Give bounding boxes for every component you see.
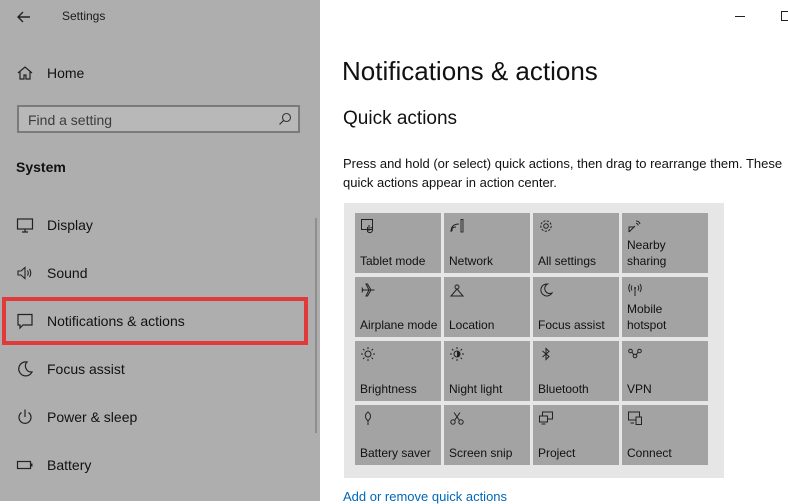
- tile-label: Brightness: [360, 381, 417, 397]
- description-text: Press and hold (or select) quick actions…: [343, 154, 783, 192]
- project-icon: [538, 410, 554, 426]
- hotspot-icon: [627, 282, 643, 298]
- tile-connect[interactable]: Connect: [622, 405, 708, 465]
- selection-highlight: [2, 297, 308, 345]
- tile-label: Battery saver: [360, 445, 431, 461]
- sidebar-item-sound[interactable]: Sound: [0, 253, 320, 293]
- tile-location[interactable]: Location: [444, 277, 530, 337]
- sidebar-item-focus-assist[interactable]: Focus assist: [0, 349, 320, 389]
- home-icon: [16, 64, 34, 82]
- tile-vpn[interactable]: VPN: [622, 341, 708, 401]
- tile-screen-snip[interactable]: Screen snip: [444, 405, 530, 465]
- tile-tablet-mode[interactable]: Tablet mode: [355, 213, 441, 273]
- tile-label: Airplane mode: [360, 317, 437, 333]
- tile-network[interactable]: Network: [444, 213, 530, 273]
- sidebar-item-display[interactable]: Display: [0, 205, 320, 245]
- tile-label: Connect: [627, 445, 672, 461]
- speaker-icon: [16, 264, 34, 282]
- sidebar-item-home[interactable]: Home: [0, 53, 320, 93]
- add-remove-quick-actions-link[interactable]: Add or remove quick actions: [343, 489, 507, 504]
- sidebar: Settings Home Find a setting System Disp…: [0, 0, 320, 501]
- sidebar-item-battery[interactable]: Battery: [0, 445, 320, 485]
- search-input[interactable]: Find a setting: [17, 105, 300, 133]
- sidebar-item-label: Power & sleep: [47, 409, 137, 425]
- tile-label: Nearby sharing: [627, 237, 666, 269]
- airplane-icon: [360, 282, 376, 298]
- nearby-sharing-icon: [627, 218, 643, 234]
- moon-icon: [16, 360, 34, 378]
- tile-label: Project: [538, 445, 575, 461]
- tile-bluetooth[interactable]: Bluetooth: [533, 341, 619, 401]
- tile-label: Mobile hotspot: [627, 301, 666, 333]
- tile-label: VPN: [627, 381, 652, 397]
- tablet-mode-icon: [360, 218, 376, 234]
- sidebar-item-label: Focus assist: [47, 361, 125, 377]
- display-icon: [16, 216, 34, 234]
- quick-actions-grid: Tablet mode Network All settings Nearby …: [344, 203, 724, 478]
- tile-label: Focus assist: [538, 317, 605, 333]
- battery-saver-icon: [360, 410, 376, 426]
- scissors-icon: [449, 410, 465, 426]
- sidebar-scrollbar[interactable]: [315, 218, 317, 433]
- connect-icon: [627, 410, 643, 426]
- power-icon: [16, 408, 34, 426]
- sidebar-item-power-sleep[interactable]: Power & sleep: [0, 397, 320, 437]
- tile-label: Screen snip: [449, 445, 512, 461]
- night-light-icon: [449, 346, 465, 362]
- tile-night-light[interactable]: Night light: [444, 341, 530, 401]
- vpn-icon: [627, 346, 643, 362]
- bluetooth-icon: [538, 346, 554, 362]
- tile-label: Network: [449, 253, 493, 269]
- tile-battery-saver[interactable]: Battery saver: [355, 405, 441, 465]
- tile-label: Tablet mode: [360, 253, 425, 269]
- sidebar-item-label: Home: [47, 65, 84, 81]
- tile-label: Night light: [449, 381, 502, 397]
- gear-icon: [538, 218, 554, 234]
- network-icon: [449, 218, 465, 234]
- tile-all-settings[interactable]: All settings: [533, 213, 619, 273]
- battery-icon: [16, 456, 34, 474]
- tile-airplane-mode[interactable]: Airplane mode: [355, 277, 441, 337]
- search-placeholder: Find a setting: [28, 112, 112, 128]
- search-icon[interactable]: [278, 112, 292, 126]
- sun-icon: [360, 346, 376, 362]
- window-title: Settings: [62, 9, 105, 23]
- tile-project[interactable]: Project: [533, 405, 619, 465]
- page-title: Notifications & actions: [342, 56, 598, 87]
- tile-focus-assist[interactable]: Focus assist: [533, 277, 619, 337]
- tile-brightness[interactable]: Brightness: [355, 341, 441, 401]
- back-arrow-icon[interactable]: [14, 7, 34, 27]
- tile-label: Location: [449, 317, 494, 333]
- location-icon: [449, 282, 465, 298]
- sidebar-item-label: Sound: [47, 265, 87, 281]
- tile-label: Bluetooth: [538, 381, 589, 397]
- maximize-icon[interactable]: [776, 6, 788, 26]
- section-heading: System: [16, 159, 66, 175]
- section-title: Quick actions: [343, 108, 457, 130]
- sidebar-item-label: Battery: [47, 457, 91, 473]
- tile-nearby-sharing[interactable]: Nearby sharing: [622, 213, 708, 273]
- tile-label: All settings: [538, 253, 596, 269]
- tile-mobile-hotspot[interactable]: Mobile hotspot: [622, 277, 708, 337]
- moon-icon: [538, 282, 554, 298]
- sidebar-item-label: Display: [47, 217, 93, 233]
- minimize-icon[interactable]: [730, 6, 750, 26]
